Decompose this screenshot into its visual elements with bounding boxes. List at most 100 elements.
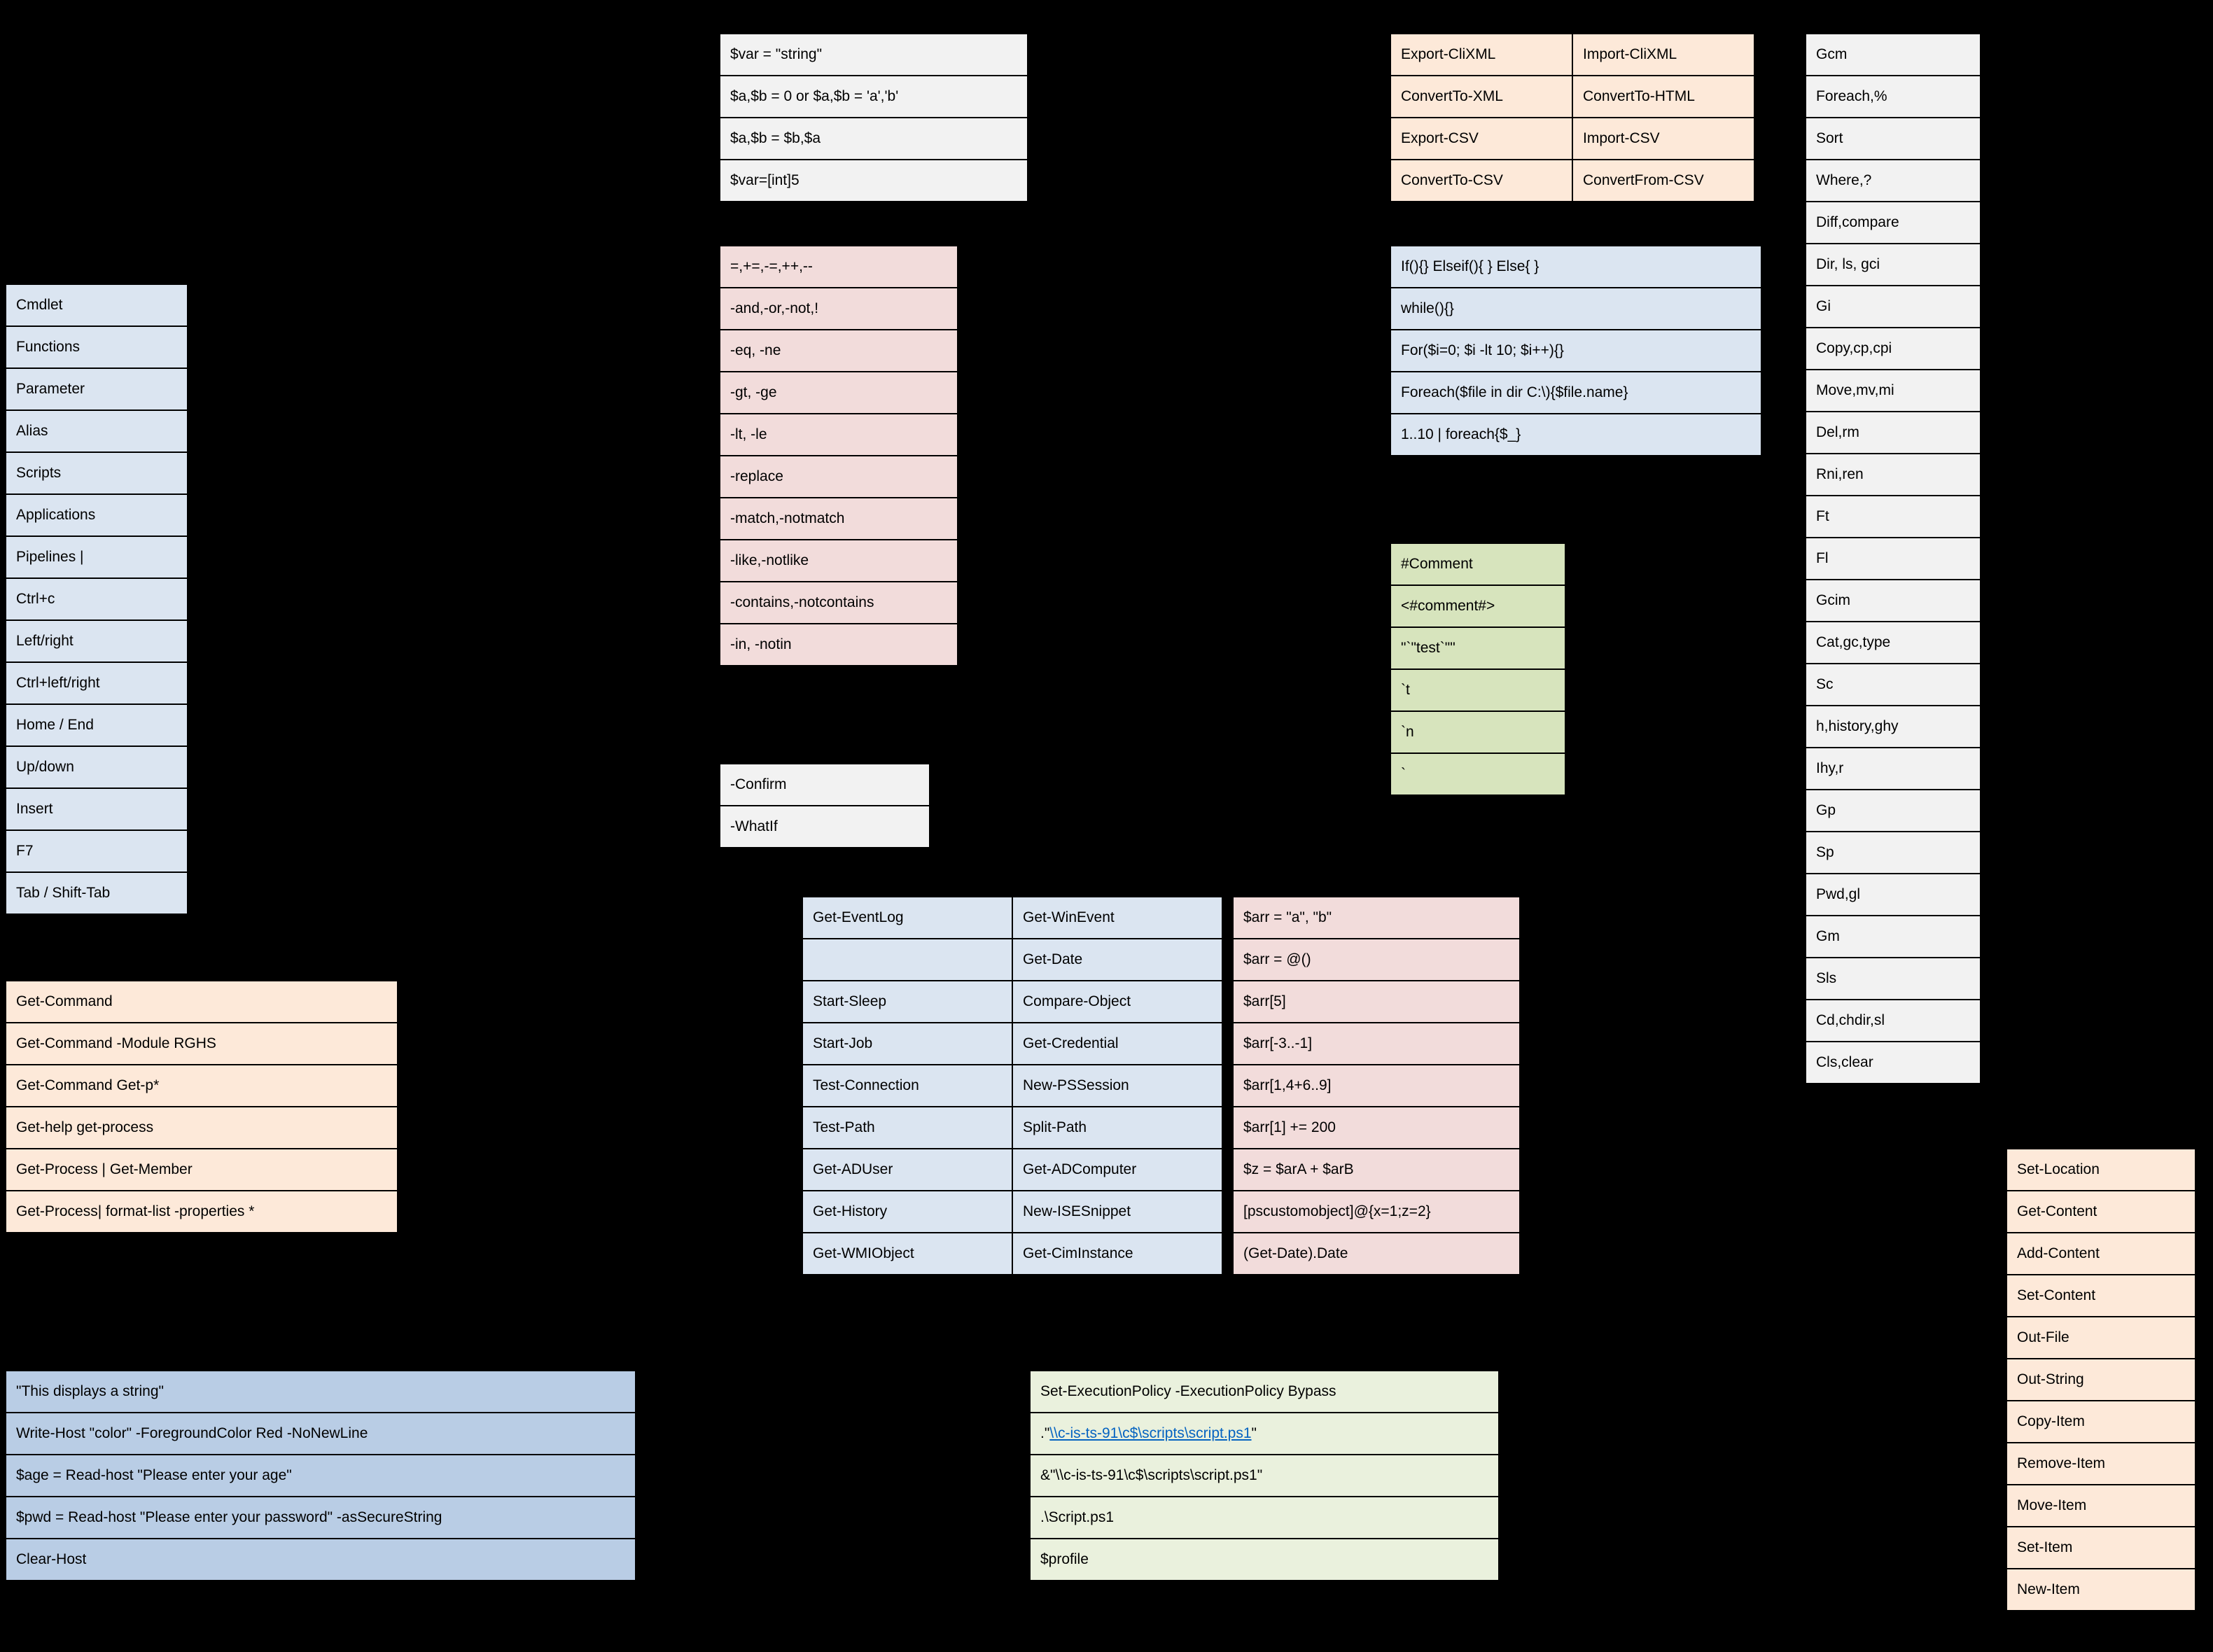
cell: Import-CSV [1572,118,1754,160]
cell: For($i=0; $i -lt 10; $i++){} [1390,330,1761,372]
cell [636,1413,1028,1455]
cell [1565,711,1782,753]
cell: Get-EventLog [802,897,1012,939]
cell: If(){} Elseif(){ } Else{ } [1390,246,1761,288]
cell [958,624,1336,666]
cell [802,939,1012,981]
cell [188,704,657,746]
cmdlet-cell: Out-File [2006,1317,2195,1359]
cell [1499,1539,1919,1581]
cell: "`"test`"" [1390,627,1565,669]
cell [958,414,1336,456]
cell: Tab / Shift-Tab [6,872,188,914]
cell: $arr[-3..-1] [1233,1023,1520,1065]
cell: $arr[5] [1233,981,1520,1023]
cell: Cd,chdir,sl [1806,1000,1981,1042]
cell [188,662,657,704]
cell [1520,939,1765,981]
cell [1981,286,2213,328]
params-table: -Confirm-WhatIf [719,763,1336,848]
cell: Get-WMIObject [802,1233,1012,1275]
cell: $arr = "a", "b" [1233,897,1520,939]
cell: Dir, ls, gci [1806,244,1981,286]
cmdlet-cell: Copy-Item [2006,1401,2195,1443]
cell [1981,748,2213,790]
cell [1981,244,2213,286]
cmdlet-cell: Add-Content [2006,1233,2195,1275]
cell: -like,-notlike [720,540,958,582]
cell [958,540,1336,582]
cell: [pscustomobject]@{x=1;z=2} [1233,1191,1520,1233]
cell: -replace [720,456,958,498]
cell: Foreach($file in dir C:\){$file.name} [1390,372,1761,414]
cell: while(){} [1390,288,1761,330]
cell: <#comment#> [1390,585,1565,627]
cell: Get-WinEvent [1012,897,1222,939]
cell [398,1023,846,1065]
cell: $arr = @() [1233,939,1520,981]
cell: h,history,ghy [1806,706,1981,748]
cell: -match,-notmatch [720,498,958,540]
cell [636,1371,1028,1413]
aliases-table: GcmForeach,%SortWhere,?Diff,compareDir, … [1805,33,2213,1084]
cell: $z = $arA + $arB [1233,1149,1520,1191]
cell: Import-CliXML [1572,34,1754,76]
cell: Write-Host "color" -ForegroundColor Red … [6,1413,636,1455]
commands-table: Get-EventLogGet-WinEventGet-DateStart-Sl… [802,896,1223,1275]
cell: (Get-Date).Date [1233,1233,1520,1275]
cell [1981,1000,2213,1042]
cell: Get-help get-process [6,1107,398,1149]
cell [1981,664,2213,706]
cell [1499,1497,1919,1539]
cell: Gi [1806,286,1981,328]
cmdlet-cell: Set-Content [2006,1275,2195,1317]
cell [1028,160,1336,202]
cell: Sls [1806,958,1981,1000]
operators-table: =,+=,-=,++,---and,-or,-not,!-eq, -ne-gt,… [719,245,1336,666]
cell: ConvertFrom-CSV [1572,160,1754,202]
cell: ConvertTo-CSV [1390,160,1572,202]
cell: $a,$b = 0 or $a,$b = 'a','b' [720,76,1028,118]
cell: "This displays a string" [6,1371,636,1413]
cell [1520,1149,1765,1191]
cell: Sc [1806,664,1981,706]
cell [188,788,657,830]
cell [958,288,1336,330]
cell: `n [1390,711,1565,753]
cmdlet-cell: Move-Item [2006,1485,2195,1527]
assignment-table: $var = "string"$a,$b = 0 or $a,$b = 'a',… [719,33,1336,202]
cell: $var=[int]5 [720,160,1028,202]
cell: $age = Read-host "Please enter your age" [6,1455,636,1497]
cell [1981,496,2213,538]
cell [1981,34,2213,76]
cell [188,578,657,620]
cell: Get-ADUser [802,1149,1012,1191]
cell: $var = "string" [720,34,1028,76]
cell: Sp [1806,832,1981,874]
cell: &"\\c-is-ts-91\c$\scripts\script.ps1" [1030,1455,1499,1497]
cmdlet-cell: Out-String [2006,1359,2195,1401]
cell: Get-Process | Get-Member [6,1149,398,1191]
cell [1520,1065,1765,1107]
cell [1981,580,2213,622]
cell: Get-History [802,1191,1012,1233]
comments-table: #Comment<#comment#>"`"test`""`t`n` [1390,542,1783,796]
cell [1981,538,2213,580]
cell [1981,76,2213,118]
script-path-link[interactable]: \\c-is-ts-91\c$\scripts\script.ps1 [1049,1425,1251,1441]
cell: Cmdlet [6,284,188,326]
cell [1981,118,2213,160]
cell: $profile [1030,1539,1499,1581]
cell: Cls,clear [1806,1042,1981,1084]
cell [958,582,1336,624]
cell: Gp [1806,790,1981,832]
cell: Clear-Host [6,1539,636,1581]
cell: -WhatIf [720,806,930,848]
cell: Copy,cp,cpi [1806,328,1981,370]
cell [958,456,1336,498]
cell [1520,1023,1765,1065]
cell [1520,981,1765,1023]
cell [1981,1042,2213,1084]
cell [188,830,657,872]
cell: Export-CSV [1390,118,1572,160]
